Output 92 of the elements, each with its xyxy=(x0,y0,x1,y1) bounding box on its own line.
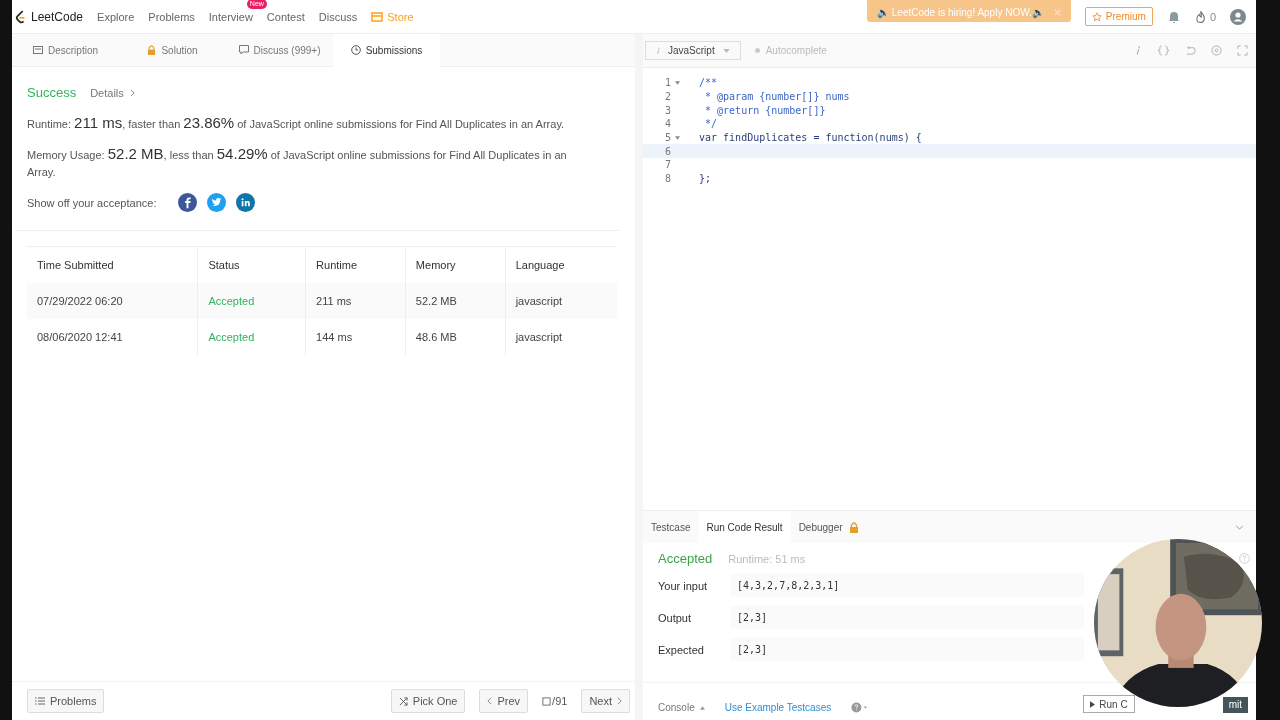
field-label: Output xyxy=(658,611,693,624)
logo[interactable]: LeetCode xyxy=(15,9,84,24)
nav-link[interactable]: Discuss xyxy=(318,10,358,23)
flame-icon xyxy=(1194,9,1206,24)
table-cell: 52.2 MB xyxy=(405,283,506,319)
chevron-down-icon[interactable] xyxy=(1235,524,1244,530)
problems-button[interactable]: Problems xyxy=(27,689,105,713)
line-number: 2 xyxy=(663,91,671,103)
table-cell: javascript xyxy=(505,319,617,355)
prev-button[interactable]: Prev xyxy=(479,689,529,713)
fold-caret-icon[interactable] xyxy=(675,80,680,85)
panel-tab[interactable]: Submissions xyxy=(333,34,440,67)
table-cell: javascript xyxy=(505,283,617,319)
play-icon xyxy=(1090,700,1096,708)
line-number: 7 xyxy=(663,159,671,171)
output-field: [2,3] xyxy=(730,606,1084,629)
field-label: Your input xyxy=(658,579,709,592)
line-number: 8 xyxy=(663,173,671,185)
submit-button[interactable]: mit xyxy=(1222,697,1248,713)
example-testcases-link[interactable]: Use Example Testcases xyxy=(724,702,832,713)
output-field: [4,3,2,7,8,2,3,1] xyxy=(730,574,1084,597)
chevron-right-icon xyxy=(617,697,622,705)
nav-link[interactable]: Explore xyxy=(97,10,135,23)
runtime-summary: Runtime: 211 ms, faster than 23.86% of JavaScript online submissions for Find All Duplicates in an Array. xyxy=(27,114,566,133)
shuffle-icon xyxy=(398,696,408,706)
caret-icon xyxy=(699,705,705,710)
star-icon xyxy=(1091,11,1102,22)
dot-icon xyxy=(754,48,760,53)
line-number: 4 xyxy=(663,118,671,130)
nav-link[interactable]: Problems xyxy=(148,10,195,23)
store-icon xyxy=(371,11,384,22)
run-code-button[interactable]: Run C xyxy=(1083,695,1135,713)
caret-icon xyxy=(722,48,730,53)
panel-tab[interactable]: Description xyxy=(12,34,119,67)
field-label: Expected xyxy=(658,643,705,656)
language-dropdown[interactable]: JavaScript xyxy=(645,41,741,60)
panel-tab[interactable]: Solution xyxy=(119,34,226,67)
table-cell: 08/06/2020 12:41 xyxy=(27,319,198,355)
chevron-left-icon xyxy=(487,697,493,705)
table-cell: 48.6 MB xyxy=(405,319,506,355)
comment-icon xyxy=(238,45,249,55)
twitter-icon[interactable] xyxy=(207,193,227,212)
chevron-right-icon xyxy=(129,89,135,97)
format-code-icon[interactable] xyxy=(1157,45,1170,56)
result-status: Success xyxy=(27,85,77,100)
code-line: }; xyxy=(699,173,712,185)
code-line: */ xyxy=(704,118,718,130)
output-field: [2,3] xyxy=(730,638,1084,661)
logo-text: LeetCode xyxy=(31,9,84,24)
facebook-icon[interactable] xyxy=(178,193,198,212)
nav-link[interactable]: Interview xyxy=(208,10,253,23)
memory-summary: Memory Usage: 52.2 MB, less than 54.29% of JavaScript online submissions for Find All Duplicates in an Array. xyxy=(27,145,568,180)
runtime-text: Runtime: 51 ms xyxy=(728,552,806,565)
info-icon xyxy=(656,46,660,55)
user-avatar-icon[interactable] xyxy=(1230,8,1246,25)
line-number: 1 xyxy=(663,77,671,89)
problem-counter: /91 xyxy=(542,695,568,707)
console-button[interactable]: Console xyxy=(658,702,705,713)
line-number: 3 xyxy=(663,104,671,116)
reset-icon[interactable] xyxy=(1185,45,1196,56)
logo-icon xyxy=(15,9,27,24)
settings-icon[interactable] xyxy=(1211,45,1222,56)
share-label: Show off your acceptance: xyxy=(27,196,157,209)
console-tab[interactable]: Testcase xyxy=(643,511,699,543)
code-editor[interactable]: 1 /** 2 * @param {number[]} nums 3 * @return {number[]} 4 */ 5 var findDuplicates = function(nums) { 6 7 8 }; xyxy=(643,68,1256,510)
list-icon xyxy=(35,697,45,705)
fold-caret-icon[interactable] xyxy=(675,135,680,140)
linkedin-icon[interactable] xyxy=(236,193,256,212)
table-cell: 211 ms xyxy=(305,283,406,319)
line-number: 6 xyxy=(663,145,671,157)
code-line: /** xyxy=(699,77,718,89)
result-status: Accepted xyxy=(658,551,713,566)
console-tab[interactable]: Run Code Result xyxy=(698,511,791,543)
grid-icon xyxy=(542,696,552,706)
code-line: var findDuplicates = function(nums) { xyxy=(699,132,922,144)
nav-link[interactable]: Contest xyxy=(266,10,305,23)
lock-icon xyxy=(848,521,859,533)
console-tab[interactable]: Debugger xyxy=(790,511,867,543)
document-icon xyxy=(33,46,43,54)
pick-one-button[interactable]: Pick One xyxy=(390,689,466,713)
streak-counter[interactable]: 0 xyxy=(1194,9,1216,24)
lock-icon xyxy=(147,45,157,55)
code-line: * @param {number[]} nums xyxy=(704,91,850,103)
details-link[interactable]: Details xyxy=(90,87,135,99)
table-cell: 07/29/2022 06:20 xyxy=(27,283,198,319)
next-button[interactable]: Next xyxy=(581,689,630,713)
clock-icon xyxy=(350,45,361,55)
line-number: 5 xyxy=(663,132,671,144)
fullscreen-icon[interactable] xyxy=(1237,45,1248,56)
code-line: * @return {number[]} xyxy=(704,104,826,116)
info-icon[interactable] xyxy=(1134,45,1142,56)
table-cell: 144 ms xyxy=(305,319,406,355)
